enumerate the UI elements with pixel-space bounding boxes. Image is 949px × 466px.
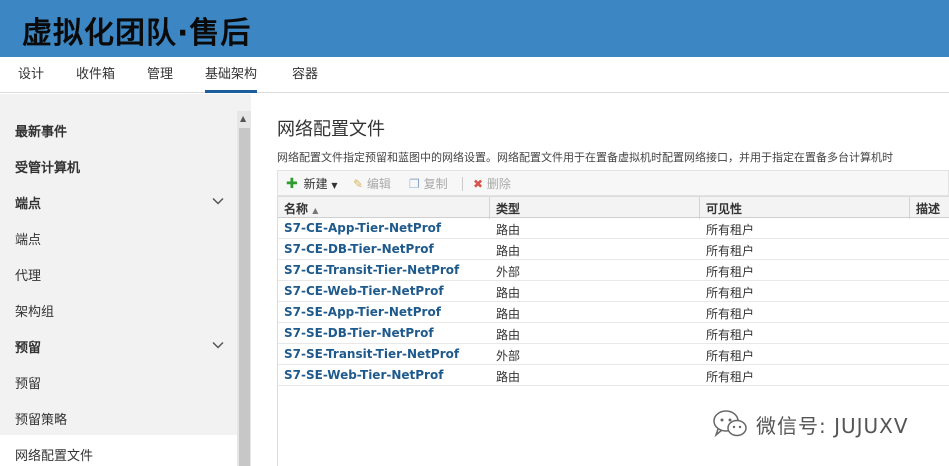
profile-visibility: 所有租户 <box>706 265 755 279</box>
sidebar-group-endpoints[interactable]: 端点 <box>15 193 41 212</box>
main-nav: 设计 收件箱 管理 基础架构 容器 <box>0 57 949 93</box>
profile-visibility: 所有租户 <box>706 286 755 300</box>
profile-name-link[interactable]: S7-CE-App-Tier-NetProf <box>284 221 441 235</box>
table-row[interactable]: S7-CE-Transit-Tier-NetProf 外部 所有租户 <box>278 260 949 281</box>
profile-visibility: 所有租户 <box>706 223 755 237</box>
column-divider[interactable] <box>489 197 490 219</box>
table-row[interactable]: S7-SE-App-Tier-NetProf 路由 所有租户 <box>278 302 949 323</box>
profile-type: 路由 <box>496 370 521 384</box>
profile-name-link[interactable]: S7-SE-Web-Tier-NetProf <box>284 368 443 382</box>
column-header-visibility[interactable]: 可见性 <box>706 200 742 217</box>
profile-name-link[interactable]: S7-CE-Transit-Tier-NetProf <box>284 263 459 277</box>
column-divider[interactable] <box>699 197 700 219</box>
profile-type: 路由 <box>496 244 521 258</box>
table-row[interactable]: S7-SE-Web-Tier-NetProf 路由 所有租户 <box>278 365 949 386</box>
edit-button[interactable]: ✎ 编辑 <box>353 175 391 192</box>
profile-visibility: 所有租户 <box>706 328 755 342</box>
sidebar-group-reservations[interactable]: 预留 <box>15 337 41 356</box>
table-header: 名称 ▲ 类型 可见性 描述 <box>278 196 949 219</box>
sidebar-item-reservations[interactable]: 预留 <box>15 373 41 392</box>
banner-title: 虚拟化团队·售后 <box>22 16 252 51</box>
watermark-text: 微信号: JUJUXV <box>756 413 909 438</box>
delete-icon: ✖ <box>473 177 484 191</box>
column-header-type[interactable]: 类型 <box>496 200 520 217</box>
pencil-icon: ✎ <box>353 177 364 191</box>
profile-type: 路由 <box>496 307 521 321</box>
sidebar-item-network-profiles[interactable]: 网络配置文件 <box>15 445 93 464</box>
sidebar-item-recent-events[interactable]: 最新事件 <box>15 121 67 140</box>
column-header-description[interactable]: 描述 <box>916 200 940 217</box>
copy-icon: ❐ <box>409 177 420 191</box>
profile-name-link[interactable]: S7-SE-Transit-Tier-NetProf <box>284 347 459 361</box>
profile-type: 路由 <box>496 223 521 237</box>
sidebar-scrollbar-thumb[interactable] <box>239 128 250 466</box>
delete-button[interactable]: ✖ 删除 <box>473 175 511 192</box>
new-button-label: 新建 <box>303 177 328 191</box>
table-row[interactable]: S7-SE-DB-Tier-NetProf 路由 所有租户 <box>278 323 949 344</box>
sort-ascending-icon: ▲ <box>312 206 319 215</box>
page-description: 网络配置文件指定预留和蓝图中的网络设置。网络配置文件用于在置备虚拟机时配置网络接… <box>277 151 893 164</box>
tab-design[interactable]: 设计 <box>18 57 44 93</box>
sidebar-item-agents[interactable]: 代理 <box>15 265 41 284</box>
caret-down-icon: ▼ <box>331 181 338 190</box>
profile-type: 路由 <box>496 286 521 300</box>
column-divider[interactable] <box>909 197 910 219</box>
page-title: 网络配置文件 <box>277 119 385 140</box>
edit-button-label: 编辑 <box>366 177 391 191</box>
toolbar-separator <box>462 177 463 191</box>
table-row[interactable]: S7-CE-Web-Tier-NetProf 路由 所有租户 <box>278 281 949 302</box>
profile-visibility: 所有租户 <box>706 370 755 384</box>
sidebar-item-endpoints[interactable]: 端点 <box>15 229 41 248</box>
column-header-name[interactable]: 名称 ▲ <box>284 200 318 217</box>
profile-name-link[interactable]: S7-CE-Web-Tier-NetProf <box>284 284 444 298</box>
toolbar: ✚ 新建 ▼ ✎ 编辑 ❐ 复制 ✖ 删除 <box>277 170 949 196</box>
sidebar-item-managed-machines[interactable]: 受管计算机 <box>15 157 80 176</box>
copy-button-label: 复制 <box>423 177 448 191</box>
sidebar: 最新事件 受管计算机 端点 端点 代理 架构组 预留 预留 预留策略 网络配置文… <box>0 94 251 466</box>
sidebar-item-reservation-policies[interactable]: 预留策略 <box>15 409 67 428</box>
profile-type: 外部 <box>496 349 521 363</box>
table-row[interactable]: S7-SE-Transit-Tier-NetProf 外部 所有租户 <box>278 344 949 365</box>
profile-visibility: 所有租户 <box>706 307 755 321</box>
wechat-logo-icon <box>713 410 747 438</box>
tab-inbox[interactable]: 收件箱 <box>76 57 115 93</box>
table-row[interactable]: S7-CE-DB-Tier-NetProf 路由 所有租户 <box>278 239 949 260</box>
chevron-down-icon[interactable] <box>212 195 224 207</box>
profile-name-link[interactable]: S7-SE-DB-Tier-NetProf <box>284 326 434 340</box>
delete-button-label: 删除 <box>486 177 511 191</box>
new-button[interactable]: ✚ 新建 ▼ <box>286 175 338 192</box>
profile-type: 路由 <box>496 328 521 342</box>
column-header-name-label: 名称 <box>284 202 309 216</box>
profile-name-link[interactable]: S7-CE-DB-Tier-NetProf <box>284 242 434 256</box>
table-row[interactable]: S7-CE-App-Tier-NetProf 路由 所有租户 <box>278 218 949 239</box>
chevron-down-icon[interactable] <box>212 339 224 351</box>
tab-infrastructure[interactable]: 基础架构 <box>205 57 258 93</box>
tab-containers[interactable]: 容器 <box>292 57 318 93</box>
tab-administration[interactable]: 管理 <box>147 57 173 93</box>
profile-name-link[interactable]: S7-SE-App-Tier-NetProf <box>284 305 441 319</box>
top-banner: 虚拟化团队·售后 <box>0 0 949 57</box>
sidebar-item-fabric-groups[interactable]: 架构组 <box>15 301 54 320</box>
scroll-up-icon[interactable]: ▲ <box>240 114 246 123</box>
profile-visibility: 所有租户 <box>706 349 755 363</box>
profile-type: 外部 <box>496 265 521 279</box>
copy-button[interactable]: ❐ 复制 <box>409 175 448 192</box>
profile-visibility: 所有租户 <box>706 244 755 258</box>
wechat-watermark: 微信号: JUJUXV <box>712 406 909 442</box>
plus-icon: ✚ <box>286 176 298 192</box>
